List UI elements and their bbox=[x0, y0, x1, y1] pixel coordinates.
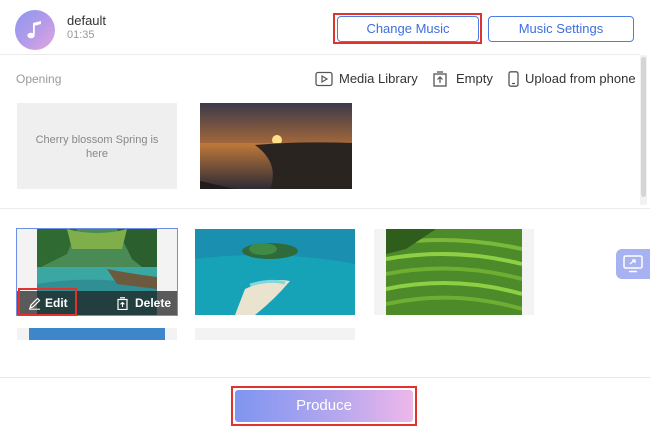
phone-icon bbox=[508, 71, 519, 87]
empty-icon bbox=[433, 71, 447, 87]
media-library-label: Media Library bbox=[339, 71, 418, 86]
delete-button[interactable]: Delete bbox=[116, 295, 174, 311]
section-divider bbox=[0, 208, 650, 209]
screen-record-icon bbox=[623, 255, 643, 273]
delete-label: Delete bbox=[135, 296, 172, 310]
upload-from-phone-button[interactable]: Upload from phone bbox=[508, 70, 636, 88]
media-library-icon bbox=[315, 71, 333, 87]
music-settings-button[interactable]: Music Settings bbox=[488, 16, 634, 42]
music-track-name: default bbox=[67, 13, 107, 28]
photo-card-empty[interactable] bbox=[195, 328, 355, 340]
photo-card-island[interactable] bbox=[195, 229, 355, 315]
highlight-produce bbox=[231, 386, 417, 426]
media-library-button[interactable]: Media Library bbox=[315, 70, 420, 88]
screen-record-widget[interactable] bbox=[616, 249, 650, 279]
empty-button[interactable]: Empty bbox=[432, 70, 497, 88]
highlight-change-music bbox=[333, 13, 482, 44]
sunset-image bbox=[200, 103, 352, 189]
music-note-icon bbox=[27, 21, 41, 39]
opening-label: Opening bbox=[16, 72, 62, 86]
opening-placeholder-text: Cherry blossom Spring is here bbox=[35, 134, 159, 160]
highlight-edit bbox=[18, 288, 77, 316]
opening-placeholder[interactable]: Cherry blossom Spring is here bbox=[17, 103, 177, 189]
trash-icon bbox=[117, 297, 128, 310]
music-duration: 01:35 bbox=[67, 29, 95, 41]
header-divider bbox=[0, 54, 640, 55]
opening-scrollbar-thumb[interactable] bbox=[641, 57, 646, 197]
photo-card-rice-terraces[interactable] bbox=[374, 229, 534, 315]
photo-card-sky[interactable] bbox=[17, 328, 177, 340]
empty-label: Empty bbox=[456, 71, 493, 86]
island-image bbox=[195, 229, 355, 315]
upload-from-phone-label: Upload from phone bbox=[525, 71, 636, 86]
music-avatar bbox=[15, 10, 55, 50]
sky-image bbox=[29, 328, 165, 340]
footer-divider bbox=[0, 377, 650, 378]
opening-photo-sunset[interactable] bbox=[200, 103, 352, 189]
rice-terraces-image bbox=[386, 229, 522, 315]
